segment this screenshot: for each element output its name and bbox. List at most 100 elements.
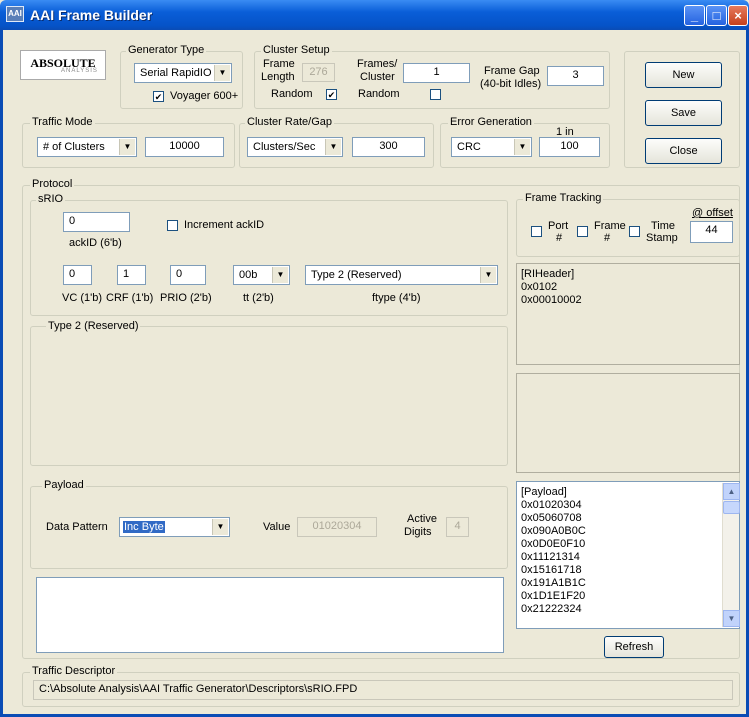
minimize-icon: _ xyxy=(690,8,699,23)
chevron-down-icon: ▼ xyxy=(480,267,496,283)
frames-cluster-label-2: Cluster xyxy=(360,71,395,83)
scroll-down-icon[interactable]: ▼ xyxy=(723,610,740,627)
maximize-icon: □ xyxy=(712,8,721,23)
time-stamp-label-1: Time xyxy=(651,220,676,232)
random-length-checkbox[interactable]: ✔ xyxy=(326,89,337,100)
time-stamp-checkbox[interactable] xyxy=(629,226,640,237)
chevron-down-icon: ▼ xyxy=(119,139,135,155)
data-pattern-value: Inc Byte xyxy=(123,521,165,533)
chevron-down-icon: ▼ xyxy=(325,139,341,155)
frame-number-checkbox[interactable] xyxy=(577,226,588,237)
header-line: 0x00010002 xyxy=(521,294,582,306)
random-cluster-checkbox[interactable] xyxy=(430,89,441,100)
type-reserved-legend: Type 2 (Reserved) xyxy=(46,320,141,332)
app-icon[interactable]: AAI xyxy=(6,6,24,22)
active-digits-field[interactable]: 4 xyxy=(446,517,469,537)
cluster-rate-legend: Cluster Rate/Gap xyxy=(245,116,334,128)
srio-legend: sRIO xyxy=(36,193,66,205)
generator-type-legend: Generator Type xyxy=(126,44,207,56)
error-generation-legend: Error Generation xyxy=(448,116,534,128)
port-label-1: Port xyxy=(548,220,569,232)
value-label: Value xyxy=(263,521,291,533)
port-label-2: # xyxy=(556,232,563,244)
close-window-button[interactable]: × xyxy=(728,5,748,26)
voyager-checkbox[interactable]: ✔ xyxy=(153,91,164,102)
ftype-label: ftype (4'b) xyxy=(372,292,421,304)
list-item: 0x1D1E1F20 xyxy=(521,590,586,602)
data-pattern-select[interactable]: Inc Byte ▼ xyxy=(119,517,230,537)
list-item: 0x15161718 xyxy=(521,564,582,576)
vc-label: VC (1'b) xyxy=(62,292,102,304)
tt-select[interactable]: 00b ▼ xyxy=(233,265,290,285)
prio-label: PRIO (2'b) xyxy=(160,292,212,304)
payload-legend: Payload xyxy=(42,479,86,491)
time-stamp-label-2: Stamp xyxy=(646,232,678,244)
offset-field[interactable]: 44 xyxy=(690,221,733,243)
traffic-count-field[interactable]: 10000 xyxy=(145,137,224,157)
payload-list[interactable]: [Payload] 0x01020304 0x05060708 0x090A0B… xyxy=(516,481,740,629)
close-button[interactable]: Close xyxy=(645,138,722,164)
cluster-rate-field[interactable]: 300 xyxy=(352,137,425,157)
frame-number-label-1: Frame xyxy=(594,220,626,232)
frame-gap-label-2: (40-bit Idles) xyxy=(480,78,542,90)
voyager-label: Voyager 600+ xyxy=(170,90,239,102)
crf-label: CRF (1'b) xyxy=(106,292,154,304)
maximize-button[interactable]: □ xyxy=(706,5,727,26)
tt-label: tt (2'b) xyxy=(243,292,274,304)
list-item: 0x0D0E0F10 xyxy=(521,538,586,550)
port-checkbox[interactable] xyxy=(531,226,542,237)
active-digits-label-2: Digits xyxy=(404,526,432,538)
header-panel: [RIHeader] 0x0102 0x00010002 xyxy=(516,263,740,365)
error-type-select[interactable]: CRC ▼ xyxy=(451,137,532,157)
cluster-setup-legend: Cluster Setup xyxy=(261,44,332,56)
random-length-label: Random xyxy=(271,88,313,100)
traffic-mode-select[interactable]: # of Clusters ▼ xyxy=(37,137,137,157)
frame-length-label-2: Length xyxy=(261,71,295,83)
frame-length-field[interactable]: 276 xyxy=(302,63,335,82)
vc-field[interactable]: 0 xyxy=(63,265,92,285)
frame-gap-field[interactable]: 3 xyxy=(547,66,604,86)
value-field[interactable]: 01020304 xyxy=(297,517,377,537)
crf-field[interactable]: 1 xyxy=(117,265,146,285)
generator-type-select[interactable]: Serial RapidIO ▼ xyxy=(134,63,232,83)
info-panel xyxy=(516,373,740,473)
save-button[interactable]: Save xyxy=(645,100,722,126)
list-item: [Payload] xyxy=(521,486,567,498)
type-reserved-group xyxy=(30,326,508,466)
list-item: 0x090A0B0C xyxy=(521,525,586,537)
frame-length-label-1: Frame xyxy=(263,58,295,70)
generator-type-value: Serial RapidIO xyxy=(140,67,212,79)
data-pattern-label: Data Pattern xyxy=(46,521,108,533)
error-rate-field[interactable]: 100 xyxy=(539,137,600,157)
traffic-mode-legend: Traffic Mode xyxy=(30,116,95,128)
notes-textarea[interactable] xyxy=(36,577,504,653)
traffic-mode-value: # of Clusters xyxy=(43,141,105,153)
logo-brand: ABSOLUTE xyxy=(30,56,96,70)
list-item: 0x191A1B1C xyxy=(521,577,586,589)
frame-number-label-2: # xyxy=(604,232,611,244)
refresh-button[interactable]: Refresh xyxy=(604,636,664,658)
list-item: 0x01020304 xyxy=(521,499,582,511)
header-line: 0x0102 xyxy=(521,281,558,293)
prio-field[interactable]: 0 xyxy=(170,265,206,285)
chevron-down-icon: ▼ xyxy=(214,65,230,81)
increment-ackid-checkbox[interactable] xyxy=(167,220,178,231)
scroll-thumb[interactable] xyxy=(723,501,740,514)
ftype-select[interactable]: Type 2 (Reserved) ▼ xyxy=(305,265,498,285)
cluster-rate-select[interactable]: Clusters/Sec ▼ xyxy=(247,137,343,157)
ftype-value: Type 2 (Reserved) xyxy=(311,269,402,281)
traffic-descriptor-path[interactable]: C:\Absolute Analysis\AAI Traffic Generat… xyxy=(33,680,733,700)
traffic-descriptor-legend: Traffic Descriptor xyxy=(30,665,118,677)
frames-cluster-field[interactable]: 1 xyxy=(403,63,470,83)
frame-tracking-legend: Frame Tracking xyxy=(523,192,604,204)
minimize-button[interactable]: _ xyxy=(684,5,705,26)
company-logo: ABSOLUTE ANALYSIS xyxy=(20,50,106,80)
list-item: 0x21222324 xyxy=(521,603,582,615)
payload-scrollbar[interactable]: ▲ ▼ xyxy=(722,483,740,627)
new-button[interactable]: New xyxy=(645,62,722,88)
active-digits-label-1: Active xyxy=(407,513,437,525)
close-icon: × xyxy=(734,8,742,23)
ackid-field[interactable]: 0 xyxy=(63,212,130,232)
logo-subtitle: ANALYSIS xyxy=(61,68,98,74)
scroll-up-icon[interactable]: ▲ xyxy=(723,483,740,500)
